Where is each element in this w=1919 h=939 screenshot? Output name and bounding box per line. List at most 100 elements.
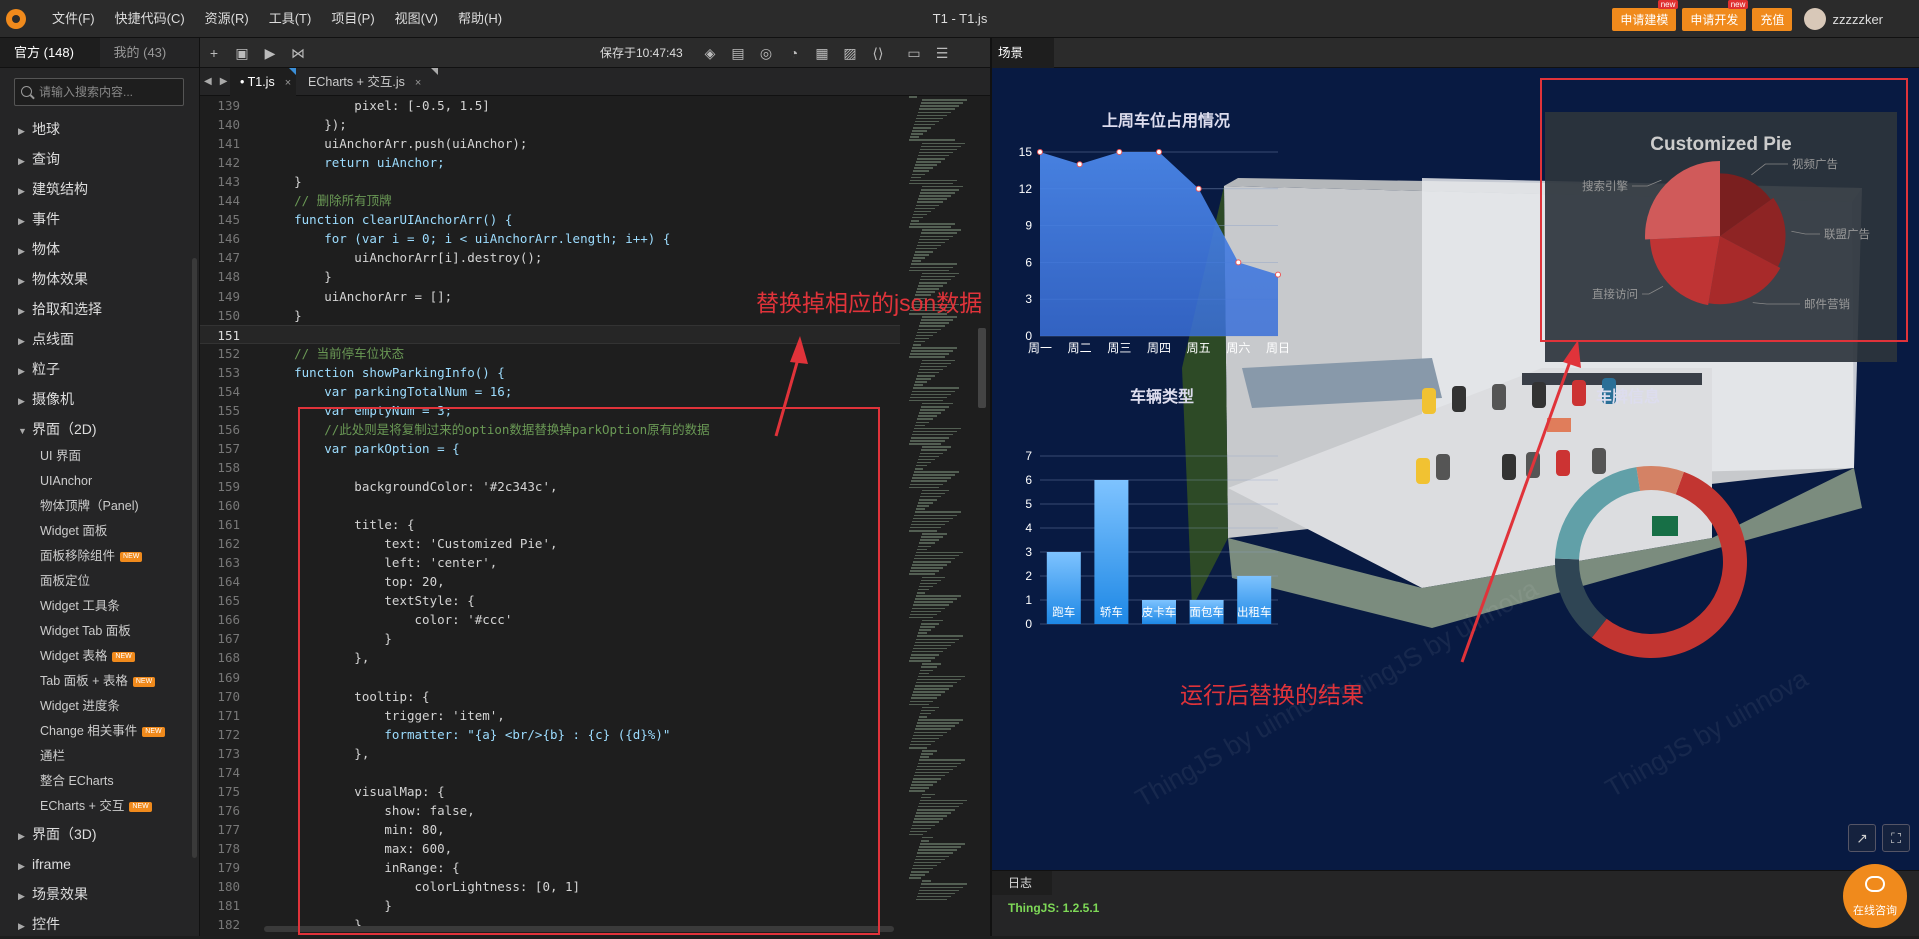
- tree-item[interactable]: ▶ 物体: [0, 234, 200, 264]
- code-line[interactable]: 141 uiAnchorArr.push(uiAnchor);: [200, 134, 900, 153]
- tree-item[interactable]: ▶ 地球: [0, 114, 200, 144]
- recharge-button[interactable]: 充值: [1752, 7, 1793, 31]
- tree-item[interactable]: ▶ iframe: [0, 849, 200, 879]
- minimap-line: [922, 272, 959, 275]
- tree-subitem-label: UI 界面: [40, 449, 81, 463]
- code-line[interactable]: 142 return uiAnchor;: [200, 153, 900, 172]
- fullscreen-icon[interactable]: ⛶: [1882, 824, 1910, 852]
- close-icon[interactable]: ×: [285, 77, 291, 89]
- add-icon[interactable]: +: [206, 45, 222, 61]
- menu-item[interactable]: 帮助(H): [448, 0, 512, 38]
- tree-subitem[interactable]: UIAnchor: [0, 469, 200, 494]
- tree-item[interactable]: ▶ 摄像机: [0, 384, 200, 414]
- minimap-line: [918, 588, 929, 591]
- tree-subitem[interactable]: Change 相关事件 NEW: [0, 719, 200, 744]
- tree-subitem[interactable]: Widget Tab 面板: [0, 619, 200, 644]
- tree-item[interactable]: ▶ 建筑结构: [0, 174, 200, 204]
- tree-subitem[interactable]: 物体顶牌（Panel): [0, 494, 200, 519]
- window-title: T1 - T1.js: [932, 11, 988, 26]
- saved-status: 保存于10:47:43: [600, 46, 683, 60]
- sidebar-scrollbar[interactable]: [192, 258, 197, 858]
- minimap-line: [919, 716, 927, 718]
- avatar[interactable]: [1804, 8, 1827, 30]
- settings-icon[interactable]: ☰: [934, 45, 950, 61]
- tree-subitem[interactable]: 通栏: [0, 744, 200, 769]
- save-icon[interactable]: ▣: [234, 45, 250, 61]
- tree-item[interactable]: ▶ 物体效果: [0, 264, 200, 294]
- tree-item[interactable]: ▶ 场景效果: [0, 879, 200, 909]
- code-line[interactable]: 152 // 当前停车位状态: [200, 344, 900, 363]
- menu-item[interactable]: 文件(F): [42, 0, 105, 38]
- image-icon[interactable]: ▨: [842, 45, 858, 61]
- tab-t1-js[interactable]: • T1.js ×: [230, 68, 296, 96]
- online-chat-button[interactable]: 在线咨询: [1843, 864, 1907, 928]
- apply-modeling-button[interactable]: 申请建模 new: [1612, 0, 1679, 31]
- panel-icon[interactable]: ▦: [814, 45, 830, 61]
- code-line[interactable]: 144 // 删除所有顶牌: [200, 191, 900, 210]
- tree-item[interactable]: ▶ 点线面: [0, 324, 200, 354]
- code-line[interactable]: 147 uiAnchorArr[i].destroy();: [200, 248, 900, 267]
- menu-item[interactable]: 资源(R): [195, 0, 259, 38]
- code-line[interactable]: 153 function showParkingInfo() {: [200, 363, 900, 382]
- apply-development-button[interactable]: 申请开发 new: [1682, 0, 1749, 31]
- minimap-line: [921, 102, 963, 104]
- line-number: 180: [217, 879, 240, 895]
- search-box[interactable]: [14, 78, 184, 106]
- tab-mine[interactable]: 我的 (43): [100, 38, 200, 67]
- tree-subitem[interactable]: UI 界面: [0, 444, 200, 469]
- minimap-line: [921, 709, 935, 712]
- book-icon[interactable]: ▤: [730, 45, 746, 61]
- code-line[interactable]: 140 });: [200, 115, 900, 134]
- open-external-icon[interactable]: ↗: [1848, 824, 1876, 852]
- menu-item[interactable]: 工具(T): [259, 0, 322, 38]
- tree-item[interactable]: ▼ 界面（2D): [0, 414, 200, 444]
- tree-item[interactable]: ▶ 粒子: [0, 354, 200, 384]
- scene-canvas[interactable]: 上周车位占用情况03691215周一 周二 周三 周四 周五 周六 周日车辆类型012345…: [992, 68, 1919, 870]
- tree-item[interactable]: ▶ 界面（3D): [0, 819, 200, 849]
- share-icon[interactable]: ⋈: [290, 45, 306, 61]
- search-input[interactable]: [39, 79, 179, 105]
- tree-subitem[interactable]: Widget 表格 NEW: [0, 644, 200, 669]
- globe-icon[interactable]: ◎: [758, 45, 774, 61]
- tree-item[interactable]: ▶ 事件: [0, 204, 200, 234]
- username[interactable]: zzzzzker: [1832, 12, 1883, 27]
- tab-log[interactable]: 日志: [992, 871, 1052, 895]
- run-icon[interactable]: ▶: [262, 45, 278, 61]
- document-icon[interactable]: ▭: [906, 45, 922, 61]
- tree-subitem[interactable]: Tab 面板 + 表格 NEW: [0, 669, 200, 694]
- tree-subitem[interactable]: 面板移除组件 NEW: [0, 544, 200, 569]
- cube-icon[interactable]: ◈: [702, 45, 718, 61]
- minimap-line: [920, 712, 931, 715]
- code-line[interactable]: 151: [200, 324, 900, 344]
- line-text: uiAnchorArr[i].destroy();: [264, 250, 543, 266]
- tab-scene[interactable]: 场景: [992, 38, 1054, 68]
- tree-subitem[interactable]: 整合 ECharts: [0, 769, 200, 794]
- tree-item[interactable]: ▶ 查询: [0, 144, 200, 174]
- code-icon[interactable]: ⟨⟩: [870, 45, 886, 61]
- code-line[interactable]: 154 var parkingTotalNum = 16;: [200, 382, 900, 401]
- tree-item[interactable]: ▶ 拾取和选择: [0, 294, 200, 324]
- menu-item[interactable]: 快捷代码(C): [105, 0, 195, 38]
- tab-echarts-interact[interactable]: ECharts + 交互.js ×: [298, 68, 438, 96]
- close-icon[interactable]: ×: [415, 77, 421, 89]
- minimap-line: [922, 576, 945, 578]
- scene-viewport[interactable]: 上周车位占用情况 0 3 6 9 12 15 周一 周二 周三 周四 周五 周六 周日 车辆类型 0 1 2 3 4 5…: [992, 68, 1919, 870]
- code-line[interactable]: 139 pixel: [-0.5, 1.5]: [200, 96, 900, 115]
- tree-subitem[interactable]: ECharts + 交互 NEW: [0, 794, 200, 819]
- minimap[interactable]: [905, 96, 985, 936]
- tree-subitem[interactable]: Widget 进度条: [0, 694, 200, 719]
- tree-subitem[interactable]: Widget 面板: [0, 519, 200, 544]
- code-line[interactable]: 145 function clearUIAnchorArr() {: [200, 210, 900, 229]
- menu-item[interactable]: 视图(V): [385, 0, 448, 38]
- tree-item[interactable]: ▶ 控件: [0, 909, 200, 939]
- tab-official[interactable]: 官方 (148): [0, 38, 100, 67]
- tree-subitem[interactable]: Widget 工具条: [0, 594, 200, 619]
- chart-icon[interactable]: ◔: [786, 45, 802, 61]
- menu-item[interactable]: 项目(P): [321, 0, 384, 38]
- code-line[interactable]: 146 for (var i = 0; i < uiAnchorArr.leng…: [200, 229, 900, 248]
- tree-subitem[interactable]: 面板定位: [0, 569, 200, 594]
- code-line[interactable]: 143 }: [200, 172, 900, 191]
- chart-customized-pie[interactable]: Customized Pie视频广告联盟广告邮件营销 直接访问 搜索引擎: [1545, 112, 1897, 362]
- editor-scrollbar[interactable]: [978, 328, 986, 408]
- line-text: uiAnchorArr.push(uiAnchor);: [264, 136, 528, 152]
